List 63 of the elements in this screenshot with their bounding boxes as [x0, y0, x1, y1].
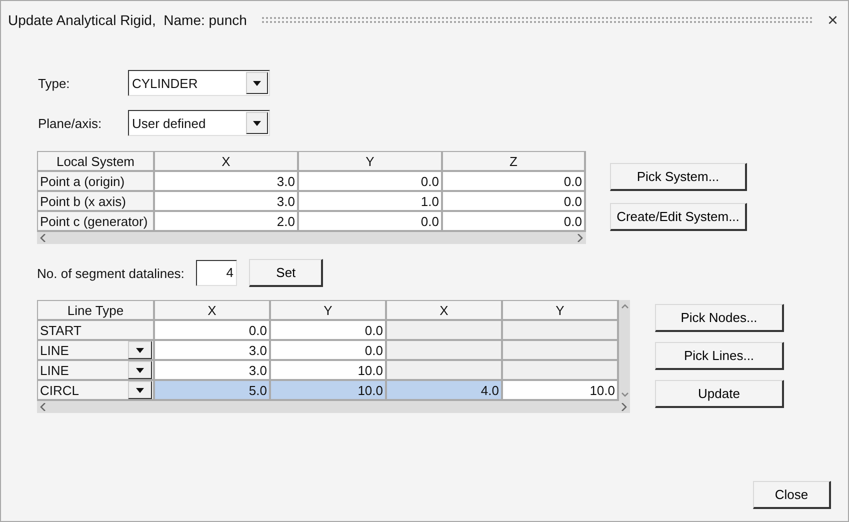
caret-icon [136, 368, 144, 372]
caret-icon [136, 348, 144, 352]
scroll-up-icon[interactable] [620, 304, 628, 309]
scroll-down-icon[interactable] [620, 392, 628, 397]
scroll-left-icon[interactable] [40, 234, 46, 242]
column-header: Y [271, 301, 387, 321]
scroll-right-icon[interactable] [577, 234, 583, 242]
table-cell[interactable]: 0.0 [155, 321, 271, 341]
action-button[interactable]: Pick Lines... [655, 342, 784, 370]
scrollbar[interactable] [619, 300, 630, 401]
line-type-dropdown[interactable]: CIRCL [38, 381, 155, 401]
table-cell[interactable]: 10.0 [271, 361, 387, 381]
field-label: Plane/axis: [37, 116, 103, 130]
column-header: Line Type [38, 301, 155, 321]
table-cell[interactable]: 3.0 [155, 192, 299, 212]
column-header: Y [503, 301, 619, 321]
table-cell[interactable]: 1.0 [299, 192, 443, 212]
caret-icon [253, 80, 261, 86]
table-cell[interactable]: 0.0 [443, 192, 586, 212]
column-header: Local System [38, 152, 155, 172]
line-type-dropdown[interactable]: LINE [38, 341, 155, 361]
set-button[interactable]: Set [249, 259, 324, 287]
line-type-cell: START [38, 321, 155, 341]
system-button[interactable]: Create/Edit System... [610, 203, 747, 231]
column-header: Z [443, 152, 586, 172]
row-header: Point a (origin) [38, 172, 155, 192]
column-header: X [155, 152, 299, 172]
system-button[interactable]: Pick System... [610, 163, 747, 191]
action-button[interactable]: Pick Nodes... [655, 304, 784, 332]
dropdown-field[interactable]: User defined [128, 110, 270, 136]
close-button[interactable]: Close [753, 481, 831, 509]
caret-icon [253, 120, 261, 126]
table-cell[interactable]: 2.0 [155, 212, 299, 232]
table-cell[interactable]: 4.0 [387, 381, 503, 401]
field-label: Type: [37, 76, 71, 90]
table-cell[interactable]: 0.0 [299, 212, 443, 232]
column-header: X [155, 301, 271, 321]
table-cell[interactable]: 5.0 [155, 381, 271, 401]
column-header: Y [299, 152, 443, 172]
table-cell[interactable]: 3.0 [155, 341, 271, 361]
number-field[interactable]: 4 [196, 260, 238, 286]
scrollbar[interactable] [37, 401, 630, 413]
row-header: Point b (x axis) [38, 192, 155, 212]
table-cell[interactable]: 10.0 [271, 381, 387, 401]
table-cell[interactable]: 0.0 [271, 321, 387, 341]
action-button[interactable]: Update [655, 380, 784, 408]
table-cell[interactable]: 0.0 [443, 212, 586, 232]
caret-icon [136, 388, 144, 392]
field-label: No. of segment datalines: [37, 266, 184, 280]
scrollbar[interactable] [37, 232, 586, 244]
table-cell[interactable]: 0.0 [299, 172, 443, 192]
table-cell[interactable]: 0.0 [271, 341, 387, 361]
scroll-left-icon[interactable] [40, 403, 46, 411]
table-cell[interactable]: 3.0 [155, 361, 271, 381]
table-cell[interactable]: 3.0 [155, 172, 299, 192]
table-cell[interactable]: 10.0 [503, 381, 619, 401]
row-header: Point c (generator) [38, 212, 155, 232]
table-cell[interactable]: 0.0 [443, 172, 586, 192]
scroll-right-icon[interactable] [621, 403, 627, 411]
line-type-dropdown[interactable]: LINE [38, 361, 155, 381]
dropdown-field[interactable]: CYLINDER [128, 70, 270, 96]
column-header: X [387, 301, 503, 321]
window-title: Update Analytical Rigid, Name: punch [8, 12, 247, 28]
